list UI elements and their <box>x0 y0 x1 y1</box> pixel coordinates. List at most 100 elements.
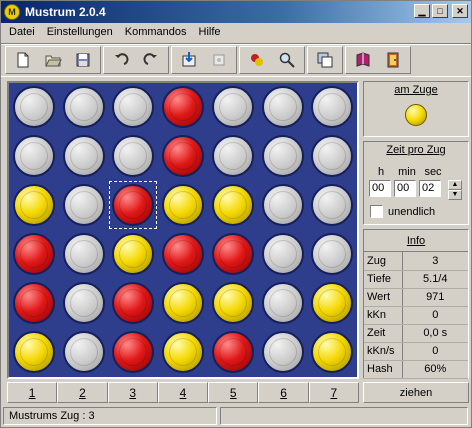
game-settings-button[interactable] <box>242 48 272 72</box>
board-cell-red[interactable] <box>211 233 254 275</box>
cell-highlight <box>69 338 98 366</box>
board-cell-empty[interactable] <box>112 86 155 128</box>
cell-highlight <box>169 93 198 121</box>
info-key: Tiefe <box>364 270 403 289</box>
board-cell-yellow[interactable] <box>162 331 205 373</box>
cell-highlight <box>20 142 48 170</box>
turn-panel: am Zuge <box>363 81 469 137</box>
unlimited-checkbox[interactable] <box>370 205 383 218</box>
board-cell-empty[interactable] <box>261 184 304 226</box>
move-down-icon <box>182 52 196 67</box>
copy-button[interactable] <box>310 48 340 72</box>
move-button[interactable] <box>174 48 204 72</box>
board-cell-red[interactable] <box>13 282 55 324</box>
board-cell-yellow[interactable] <box>311 282 354 324</box>
board-cell-empty[interactable] <box>62 184 105 226</box>
column-button-4[interactable]: 4 <box>157 382 209 403</box>
board-cell-empty[interactable] <box>261 135 304 177</box>
board-cell-yellow[interactable] <box>211 282 254 324</box>
board-cell-red[interactable] <box>162 86 205 128</box>
board-cell-empty[interactable] <box>62 233 105 275</box>
copy-windows-icon <box>317 52 333 68</box>
close-button[interactable]: ✕ <box>452 4 468 18</box>
board-cell-red[interactable] <box>162 233 205 275</box>
app-window: M Mustrum 2.0.4 ▁ □ ✕ Datei Einstellunge… <box>0 0 472 428</box>
board-cell-empty[interactable] <box>261 233 304 275</box>
board-cell-empty[interactable] <box>211 135 254 177</box>
column-button-1[interactable]: 1 <box>7 382 58 403</box>
board-cell-yellow[interactable] <box>162 184 205 226</box>
toolbar-group-history <box>103 46 169 74</box>
column-button-5[interactable]: 5 <box>208 382 259 403</box>
toolbar <box>1 43 471 77</box>
minimize-button[interactable]: ▁ <box>414 4 430 18</box>
cell-highlight <box>169 338 198 366</box>
menu-datei[interactable]: Datei <box>3 26 41 38</box>
minutes-field[interactable]: 00 <box>394 180 416 197</box>
open-folder-icon <box>45 55 62 67</box>
board-cell-red[interactable] <box>112 331 155 373</box>
hours-field[interactable]: 00 <box>369 180 391 197</box>
board-cell-empty[interactable] <box>211 86 254 128</box>
board-cell-empty[interactable] <box>13 86 55 128</box>
new-button[interactable] <box>8 48 38 72</box>
info-value: 0,0 s <box>402 324 468 343</box>
menu-einstellungen[interactable]: Einstellungen <box>41 26 119 38</box>
info-table: Zug 3 Tiefe 5.1/4 Wert 971 kKn 0 Zeit 0,0 s k… <box>364 252 468 379</box>
cell-highlight <box>318 338 347 366</box>
board-cell-yellow[interactable] <box>311 331 354 373</box>
menu-kommandos[interactable]: Kommandos <box>119 26 193 38</box>
board-cell-empty[interactable] <box>311 184 354 226</box>
board-cell-empty[interactable] <box>112 135 155 177</box>
seconds-field[interactable]: 02 <box>419 180 441 197</box>
open-button[interactable] <box>38 48 68 72</box>
save-button[interactable] <box>68 48 98 72</box>
cell-highlight <box>218 142 247 170</box>
spinner-up-button[interactable]: ▲ <box>448 180 462 190</box>
board-cell-yellow[interactable] <box>13 331 55 373</box>
board-cell-red[interactable] <box>13 233 55 275</box>
undo-button[interactable] <box>106 48 136 72</box>
board-cell-empty[interactable] <box>62 282 105 324</box>
selected-cell-marker <box>109 181 158 229</box>
board-cell-red[interactable] <box>162 135 205 177</box>
board-cell-empty[interactable] <box>62 86 105 128</box>
board-cell-red[interactable] <box>112 282 155 324</box>
cell-highlight <box>318 191 347 219</box>
column-button-7[interactable]: 7 <box>308 382 359 403</box>
board-cell-yellow[interactable] <box>13 184 55 226</box>
board-cell-empty[interactable] <box>13 135 55 177</box>
info-value: 0 <box>402 306 468 325</box>
stop-button[interactable] <box>204 48 234 72</box>
column-button-6[interactable]: 6 <box>258 382 309 403</box>
board-cell-empty[interactable] <box>311 233 354 275</box>
exit-button[interactable] <box>378 48 408 72</box>
game-board[interactable] <box>7 81 359 379</box>
board-cell-empty[interactable] <box>62 135 105 177</box>
toolbar-group-analysis <box>239 46 305 74</box>
cell-highlight <box>69 289 98 317</box>
board-cell-empty[interactable] <box>261 331 304 373</box>
search-button[interactable] <box>272 48 302 72</box>
board-cell-empty[interactable] <box>311 86 354 128</box>
column-button-3[interactable]: 3 <box>107 382 158 403</box>
pull-button[interactable]: ziehen <box>363 382 469 403</box>
board-cell-empty[interactable] <box>311 135 354 177</box>
info-panel: Info Zug 3 Tiefe 5.1/4 Wert 971 kKn 0 Zeit 0,… <box>363 229 469 379</box>
redo-icon <box>143 53 157 65</box>
column-button-2[interactable]: 2 <box>57 382 108 403</box>
title-bar[interactable]: M Mustrum 2.0.4 ▁ □ ✕ <box>1 1 471 23</box>
board-cell-empty[interactable] <box>261 282 304 324</box>
spinner-down-button[interactable]: ▼ <box>448 190 462 200</box>
board-cell-empty[interactable] <box>261 86 304 128</box>
board-cell-yellow[interactable] <box>112 233 155 275</box>
help-book-button[interactable] <box>348 48 378 72</box>
cell-highlight <box>119 240 148 268</box>
board-cell-yellow[interactable] <box>162 282 205 324</box>
maximize-button[interactable]: □ <box>432 4 448 18</box>
menu-hilfe[interactable]: Hilfe <box>193 26 227 38</box>
board-cell-empty[interactable] <box>62 331 105 373</box>
redo-button[interactable] <box>136 48 166 72</box>
board-cell-red[interactable] <box>211 331 254 373</box>
board-cell-yellow[interactable] <box>211 184 254 226</box>
